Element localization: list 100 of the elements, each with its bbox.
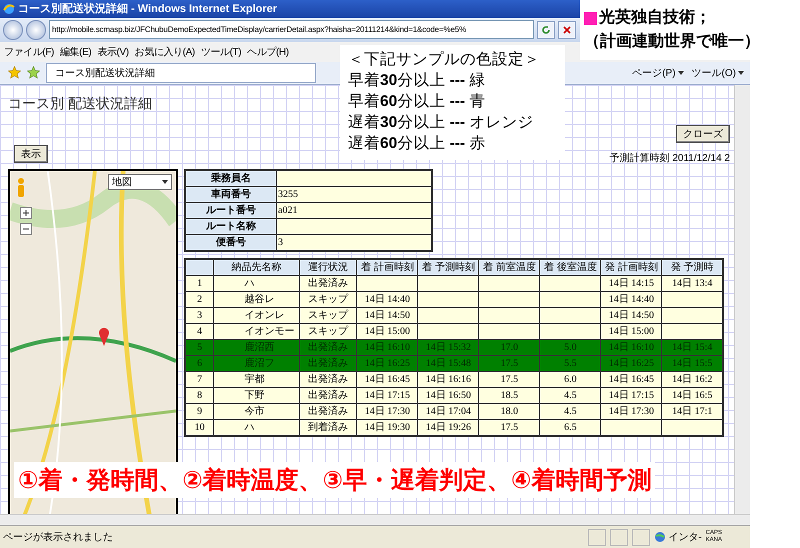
close-button[interactable]: クローズ	[676, 124, 730, 143]
caret-icon	[162, 180, 168, 184]
table-cell: 鹿沼フ	[214, 355, 300, 372]
table-cell: 8	[185, 387, 214, 404]
table-cell: 14日 15:48	[418, 355, 479, 372]
table-cell	[540, 307, 601, 324]
person-icon[interactable]	[16, 176, 26, 199]
menu-item[interactable]: お気に入り(A)	[134, 44, 195, 59]
table-cell: 出発済み	[299, 387, 357, 404]
stop-button[interactable]	[558, 20, 576, 39]
menu-item[interactable]: ツール(T)	[200, 44, 242, 59]
menu-item[interactable]: ファイル(F)	[4, 44, 54, 59]
table-cell: 14日 16:2	[662, 371, 723, 388]
info-label: ルート名称	[185, 218, 276, 234]
table-cell: 14日 16:45	[356, 371, 418, 388]
table-cell: 14日 15:00	[356, 323, 418, 340]
plus-icon	[22, 208, 30, 217]
map-pin-icon	[98, 326, 110, 346]
table-cell: 鹿沼西	[214, 339, 300, 356]
callout-title: ＜下記サンプルの色設定＞	[348, 50, 541, 70]
toolbar-menu[interactable]: ページ(P)	[632, 66, 684, 80]
add-star-icon[interactable]	[27, 66, 40, 80]
table-cell: イオンモー	[214, 323, 300, 340]
forward-button[interactable]	[26, 20, 46, 40]
table-cell: 2	[185, 291, 214, 308]
feature-banner: ①着・発時間、②着時温度、③早・遅着判定、④着時間予測	[14, 462, 656, 498]
table-cell	[540, 323, 601, 340]
table-cell: 出発済み	[299, 339, 357, 356]
menu-item[interactable]: ヘルプ(H)	[247, 44, 289, 59]
info-value: 3	[276, 234, 432, 251]
table-cell: 出発済み	[299, 275, 357, 292]
table-cell: 14日 17:04	[418, 403, 479, 420]
info-label: 車両番号	[185, 186, 276, 202]
table-cell	[478, 291, 540, 308]
show-button[interactable]: 表示	[14, 144, 48, 163]
table-cell: 14日 16:10	[600, 339, 662, 356]
table-cell: 今市	[214, 403, 300, 420]
refresh-button[interactable]	[537, 20, 555, 39]
table-cell	[478, 275, 540, 292]
table-cell: 4.5	[540, 403, 601, 420]
table-cell: 5	[185, 339, 214, 356]
browser-tab[interactable]: コース別配送状況詳細	[46, 62, 316, 83]
table-cell: 出発済み	[299, 355, 357, 372]
column-header: 納品先名称	[214, 258, 300, 276]
square-bullet-icon	[584, 12, 597, 24]
table-cell: 14日 14:40	[600, 291, 662, 308]
table-cell	[478, 307, 540, 324]
map-type-select[interactable]: 地図	[108, 174, 172, 190]
table-cell	[540, 291, 601, 308]
legend-line: 遅着60分以上 --- 赤	[348, 134, 486, 154]
table-cell: 下野	[214, 387, 300, 404]
menu-item[interactable]: 編集(E)	[60, 44, 92, 59]
toolbar-menu[interactable]: ツール(O)	[692, 66, 744, 80]
table-cell: 18.0	[478, 403, 540, 420]
table-cell: 14日 15:32	[418, 339, 479, 356]
table-cell: 出発済み	[299, 371, 357, 388]
legend-line: 早着30分以上 --- 緑	[348, 70, 486, 91]
table-cell: 14日 15:4	[662, 339, 723, 356]
table-cell: 6	[185, 355, 214, 372]
status-pane	[588, 528, 606, 546]
menu-item[interactable]: 表示(V)	[97, 44, 129, 59]
table-cell: 14日 16:25	[356, 355, 418, 372]
info-value: a021	[276, 202, 432, 218]
table-cell: 14日 14:50	[600, 307, 662, 324]
table-cell: 越谷レ	[214, 291, 300, 308]
refresh-icon	[541, 24, 551, 35]
table-cell: 3	[185, 307, 214, 324]
table-cell: 1	[185, 275, 214, 292]
horizontal-scrollbar[interactable]	[0, 514, 750, 526]
table-cell	[540, 275, 601, 292]
star-icon[interactable]	[8, 66, 21, 80]
table-cell: 9	[185, 403, 214, 420]
table-cell: イオンレ	[214, 307, 300, 324]
legend-line: 早着60分以上 --- 青	[348, 92, 486, 112]
table-cell: 14日 14:50	[356, 307, 418, 324]
table-cell: 5.5	[540, 355, 601, 372]
info-label: 乗務員名	[185, 170, 276, 186]
table-cell: 4.5	[540, 387, 601, 404]
status-pane	[610, 528, 628, 546]
table-cell: 14日 15:00	[600, 323, 662, 340]
column-header: 着 後室温度	[540, 258, 601, 276]
vertical-scrollbar[interactable]	[734, 84, 750, 514]
table-cell: 14日 16:25	[600, 355, 662, 372]
zoom-in-button[interactable]	[20, 206, 32, 219]
security-zone[interactable]: インタ-	[654, 530, 702, 544]
column-header: 運行状況	[299, 258, 357, 276]
address-field[interactable]: http://mobile.scmasp.biz/JFChubuDemoExpectedTimeDisplay/carrierDetail.aspx?haisha=20111214&kind=1&code=%e5%	[49, 20, 534, 40]
table-cell: 18.5	[478, 387, 540, 404]
table-cell: 14日 16:10	[356, 339, 418, 356]
table-cell: ハ	[214, 275, 300, 292]
table-cell: 5.0	[540, 339, 601, 356]
table-cell: 4	[185, 323, 214, 340]
zoom-out-button[interactable]	[20, 222, 32, 235]
close-icon	[562, 24, 572, 35]
page-heading: コース別 配送状況詳細	[8, 94, 152, 113]
column-header: 発 予測時	[662, 258, 723, 276]
table-cell: 出発済み	[299, 403, 357, 420]
table-cell: 14日 17:30	[356, 403, 418, 420]
back-button[interactable]	[3, 20, 23, 40]
column-header: 発 計画時刻	[600, 258, 662, 276]
